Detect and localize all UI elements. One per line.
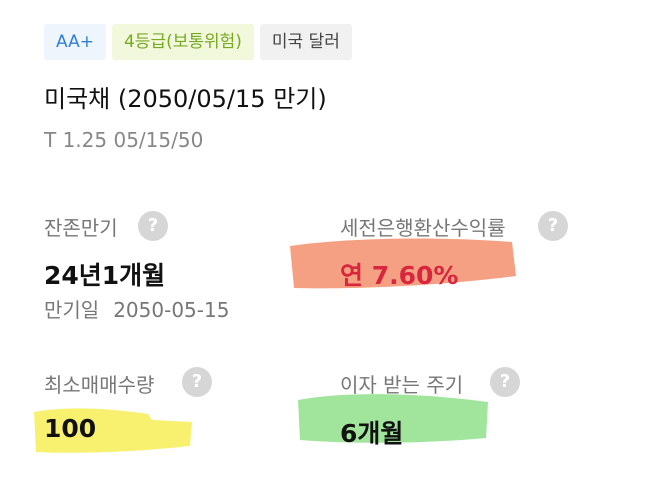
yield-label: 세전은행환산수익률	[340, 216, 506, 240]
currency-badge: 미국 달러	[259, 24, 352, 60]
maturity-date-label: 만기일	[44, 298, 100, 322]
badge-row: AA+ 4등급(보통위험) 미국 달러	[44, 24, 352, 60]
interest-period-label: 이자 받는 주기	[340, 373, 464, 397]
maturity-date-value: 2050-05-15	[113, 298, 230, 322]
maturity-date-row: 만기일 2050-05-15	[44, 294, 229, 323]
min-quantity-help-icon[interactable]: ?	[182, 367, 212, 397]
interest-period-value: 6개월	[340, 419, 404, 448]
credit-rating-badge: AA+	[44, 24, 106, 60]
min-quantity-label: 최소매매수량	[44, 373, 155, 397]
remaining-maturity-value: 24년1개월	[44, 261, 166, 290]
bond-title: 미국채 (2050/05/15 만기)	[44, 85, 327, 113]
yield-value: 연 7.60%	[340, 261, 459, 290]
remaining-maturity-help-icon[interactable]: ?	[138, 211, 168, 241]
min-quantity-value: 100	[44, 414, 97, 443]
risk-level-badge: 4등급(보통위험)	[111, 24, 254, 60]
interest-period-help-icon[interactable]: ?	[490, 367, 520, 397]
yield-help-icon[interactable]: ?	[538, 211, 568, 241]
bond-ticker: T 1.25 05/15/50	[44, 128, 204, 152]
remaining-maturity-label: 잔존만기	[44, 216, 118, 240]
